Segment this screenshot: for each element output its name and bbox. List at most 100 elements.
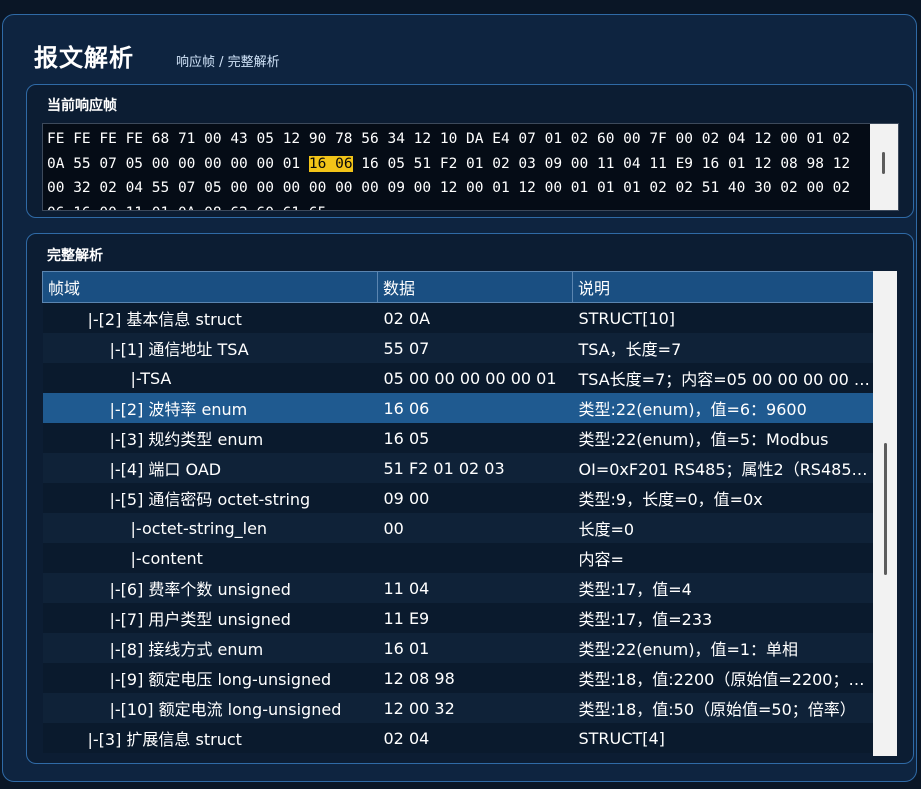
cell-field-text: |-[4] 端口 OAD — [109, 460, 222, 479]
cell-field-text: |-TSA — [130, 368, 172, 388]
cell-field-text: |-[6] 费率个数 unsigned — [109, 580, 291, 599]
cell-data-text: 05 00 00 00 00 00 01 — [383, 368, 557, 388]
hex-scrollbar[interactable] — [870, 124, 898, 210]
cell-field-text: |-octet-string_len — [130, 518, 268, 538]
cell-description-text: TSA，长度=7 — [578, 340, 682, 359]
cell-description: 内容= — [572, 543, 873, 573]
cell-field-text: |-[9] 额定电压 long-unsigned — [109, 670, 332, 689]
cell-data-text: 11 04 — [383, 578, 430, 598]
cell-field: |-[3] 规约类型 enum — [42, 423, 378, 453]
cell-description: 类型:17，值=4 — [572, 573, 873, 603]
cell-data-text: 00 — [383, 518, 404, 538]
cell-description: STRUCT[4] — [572, 723, 873, 753]
cell-data: 16 06 — [377, 393, 573, 423]
cell-field: |-[6] 费率个数 unsigned — [42, 573, 378, 603]
table-row[interactable]: |-[6] 费率个数 unsigned 11 04 类型:17，值=4 — [42, 573, 873, 603]
table-row[interactable]: |-[9] 额定电压 long-unsigned 12 08 98 类型:18，值:… — [42, 663, 874, 693]
cell-data-text: 16 05 — [383, 428, 430, 448]
column-header-data[interactable]: 数据 — [377, 271, 573, 303]
cell-data: 02 0A — [377, 302, 573, 333]
cell-data-text: 12 00 32 — [383, 698, 455, 718]
cell-description-text: 类型:22(enum)，值=5：Modbus — [578, 430, 829, 449]
table-row[interactable]: |-[8] 接线方式 enum 16 01 类型:22(enum)，值=1：单相 — [42, 633, 873, 663]
table-row[interactable]: |-[3] 规约类型 enum 16 05 类型:22(enum)，值=5：Modb… — [42, 423, 873, 453]
cell-field: |-TSA — [42, 363, 378, 393]
cell-field-text: |-[2] 基本信息 struct — [87, 310, 242, 329]
table-row[interactable]: |-[10] 额定电流 long-unsigned 12 00 32 类型:18，值… — [42, 693, 873, 723]
cell-data: 16 05 — [377, 423, 573, 453]
cell-data — [377, 543, 573, 573]
cell-field: |-[3] 扩展信息 struct — [42, 723, 378, 753]
cell-description: 类型:22(enum)，值=6：9600 — [572, 393, 873, 423]
cell-data-text: 09 00 — [383, 488, 430, 508]
cell-data: 02 04 — [377, 723, 573, 753]
cell-description: 类型:9，长度=0，值=0x — [572, 483, 873, 513]
hex-frame-textarea[interactable]: FE FE FE FE 68 71 00 43 05 12 90 78 56 3… — [42, 123, 899, 211]
cell-field: |-[2] 波特率 enum — [42, 393, 378, 423]
column-header-field[interactable]: 帧域 — [42, 271, 378, 303]
table-row[interactable]: |-octet-string_len 00 长度=0 — [42, 513, 873, 543]
cell-data: 12 08 98 — [377, 663, 573, 693]
cell-data-text: 16 06 — [383, 398, 430, 418]
cell-description-text: STRUCT[4] — [578, 728, 665, 748]
parse-table-container: 帧域 数据 说明 |-[2] 基本信息 struct 02 0A STRUCT[10… — [42, 271, 873, 756]
cell-field: |-[9] 额定电压 long-unsigned — [42, 663, 378, 693]
cell-description: TSA，长度=7 — [572, 333, 873, 363]
cell-field-text: |-[10] 额定电流 long-unsigned — [109, 700, 342, 719]
table-header-row: 帧域 数据 说明 — [42, 271, 873, 303]
cell-description-text: 类型:22(enum)，值=1：单相 — [578, 640, 799, 659]
cell-field: |-octet-string_len — [42, 513, 378, 543]
hex-frame-content: FE FE FE FE 68 71 00 43 05 12 90 78 56 3… — [47, 127, 867, 210]
cell-data-text: 12 08 98 — [383, 668, 455, 688]
cell-description-text: 长度=0 — [578, 520, 635, 539]
cell-description-text: 内容= — [578, 550, 624, 569]
cell-field: |-[4] 端口 OAD — [42, 453, 378, 483]
cell-data: 16 01 — [377, 633, 573, 663]
column-header-description[interactable]: 说明 — [572, 271, 873, 303]
cell-field-text: |-[8] 接线方式 enum — [109, 640, 264, 659]
cell-field: |-content — [42, 543, 378, 573]
table-row[interactable]: |-content 内容= — [42, 543, 873, 573]
hex-highlighted-bytes: 16 06 — [308, 155, 353, 172]
cell-data-text: 16 01 — [383, 638, 430, 658]
cell-data-text: 11 E9 — [383, 608, 430, 628]
cell-data: 51 F2 01 02 03 — [377, 453, 573, 483]
hex-scrollbar-thumb[interactable] — [882, 152, 885, 174]
cell-field: |-[10] 额定电流 long-unsigned — [42, 693, 378, 723]
cell-field-text: |-content — [130, 548, 203, 568]
cell-description-text: 类型:18，值:50（原始值=50；倍率） — [578, 700, 856, 719]
cell-description-text: OI=0xF201 RS485；属性2（RS485端口） — [578, 460, 874, 479]
table-row[interactable]: |-TSA 05 00 00 00 00 00 01 TSA长度=7；内容=05 0… — [42, 363, 874, 393]
parse-table-scrollbar[interactable] — [873, 271, 897, 756]
cell-field-text: |-[3] 规约类型 enum — [109, 430, 264, 449]
cell-data: 09 00 — [377, 483, 573, 513]
cell-data: 12 00 32 — [377, 693, 573, 723]
cell-data: 05 00 00 00 00 00 01 — [377, 363, 573, 393]
table-row[interactable]: |-[4] 端口 OAD 51 F2 01 02 03 OI=0xF201 RS48… — [42, 453, 874, 483]
cell-description-text: TSA长度=7；内容=05 00 00 00 00 00 01 — [578, 370, 874, 389]
cell-description: 类型:22(enum)，值=1：单相 — [572, 633, 873, 663]
cell-description: STRUCT[10] — [572, 302, 873, 333]
cell-description-text: 类型:18，值:2200（原始值=2200；倍率） — [578, 670, 874, 689]
cell-description: 类型:18，值:2200（原始值=2200；倍率） — [572, 663, 874, 693]
cell-field-text: |-[3] 扩展信息 struct — [87, 730, 242, 749]
cell-description-text: 类型:17，值=233 — [578, 610, 713, 629]
cell-description-text: STRUCT[10] — [578, 308, 676, 328]
table-row[interactable]: |-[7] 用户类型 unsigned 11 E9 类型:17，值=233 — [42, 603, 873, 633]
cell-field-text: |-[1] 通信地址 TSA — [109, 340, 249, 359]
table-row[interactable]: |-[5] 通信密码 octet-string 09 00 类型:9，长度=0，值=… — [42, 483, 873, 513]
cell-data-text: 02 04 — [383, 728, 430, 748]
cell-description-text: 类型:17，值=4 — [578, 580, 692, 599]
table-row[interactable]: |-[3] 扩展信息 struct 02 04 STRUCT[4] — [42, 723, 873, 753]
parse-table-scrollbar-thumb[interactable] — [884, 443, 887, 575]
cell-description: 类型:18，值:50（原始值=50；倍率） — [572, 693, 873, 723]
cell-data: 11 04 — [377, 573, 573, 603]
cell-field: |-[1] 通信地址 TSA — [42, 333, 378, 363]
table-row[interactable]: |-[2] 波特率 enum 16 06 类型:22(enum)，值=6：9600 — [42, 393, 873, 423]
cell-description-text: 类型:22(enum)，值=6：9600 — [578, 400, 807, 419]
cell-field-text: |-[7] 用户类型 unsigned — [109, 610, 291, 629]
current-frame-title: 当前响应帧 — [47, 98, 117, 114]
table-row[interactable]: |-[2] 基本信息 struct 02 0A STRUCT[10] — [42, 302, 873, 333]
table-row[interactable]: |-[1] 通信地址 TSA 55 07 TSA，长度=7 — [42, 333, 873, 363]
parse-table-body: |-[2] 基本信息 struct 02 0A STRUCT[10] |-[1] 通信… — [42, 302, 874, 753]
